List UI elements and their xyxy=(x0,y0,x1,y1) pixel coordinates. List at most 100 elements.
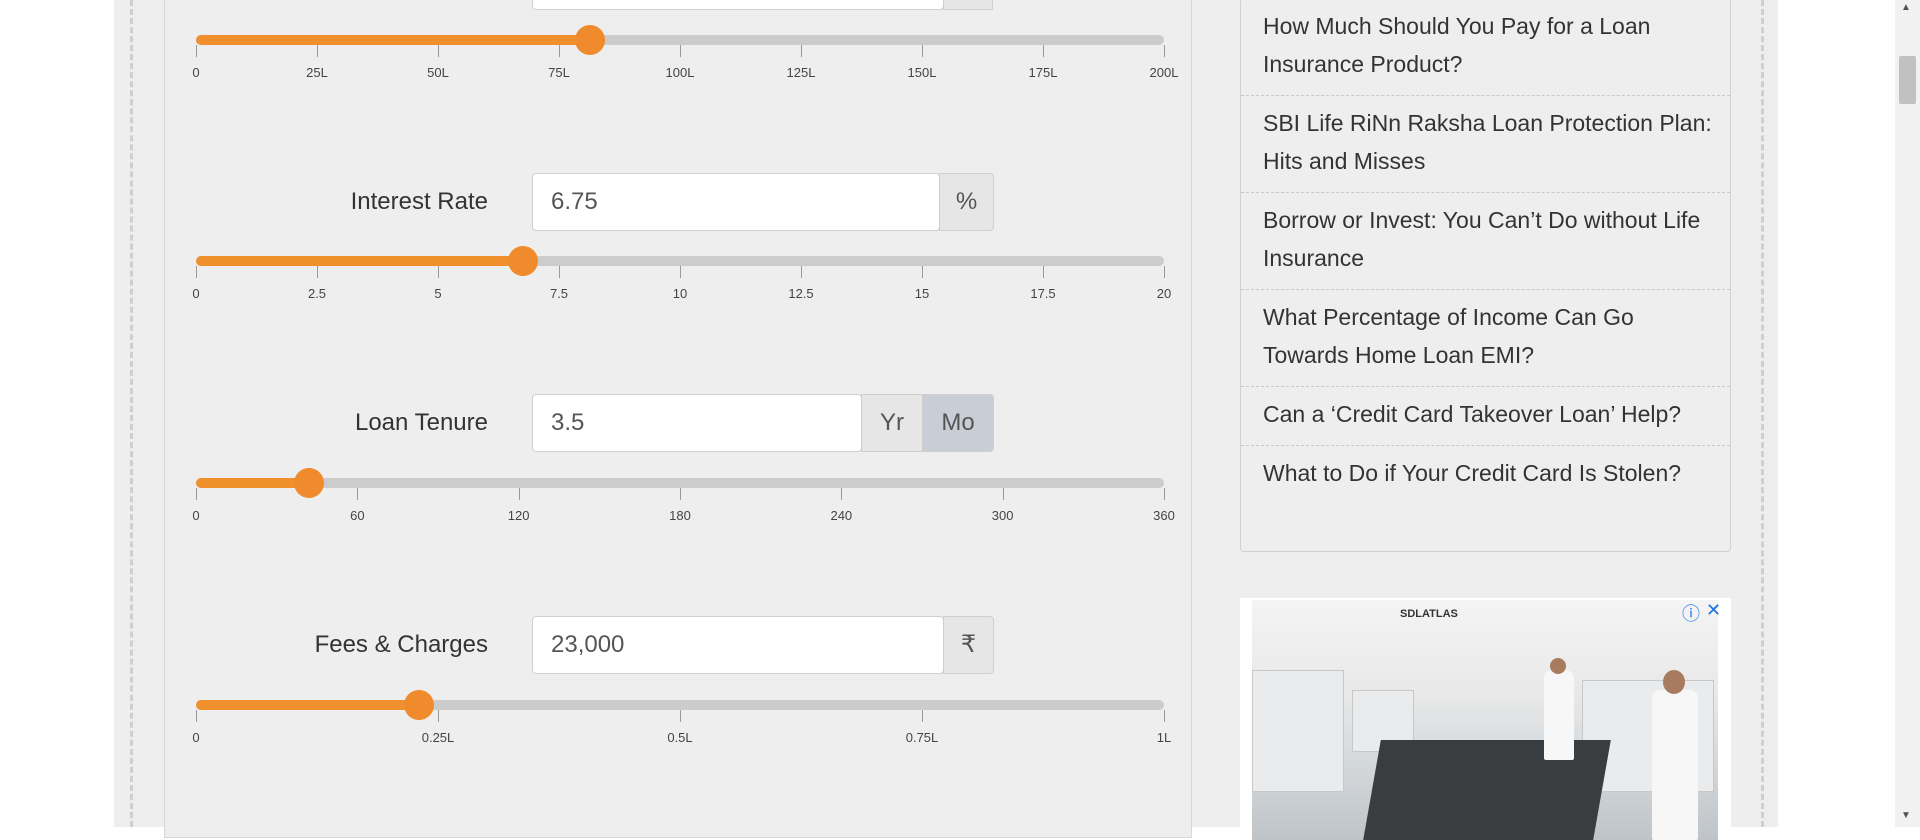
slider-tick-label: 240 xyxy=(830,508,853,523)
slider-tick-label: 0.75L xyxy=(905,730,939,745)
slider-tick xyxy=(680,488,681,500)
slider-tick-label: 1L xyxy=(1156,730,1172,745)
advertisement[interactable]: ⓘ ✕ xyxy=(1240,598,1731,840)
slider-tick-label: 25L xyxy=(306,65,328,80)
close-icon[interactable]: ✕ xyxy=(1706,600,1721,621)
article-link[interactable]: SBI Life RiNn Raksha Loan Protection Pla… xyxy=(1241,96,1730,193)
loan-amount-slider-fill xyxy=(196,35,590,45)
slider-tick-label: 2.5 xyxy=(307,286,327,301)
interest-rate-slider[interactable] xyxy=(196,246,1164,276)
slider-tick-label: 0.25L xyxy=(421,730,455,745)
slider-tick-label: 180 xyxy=(669,508,691,523)
interest-rate-label: Interest Rate xyxy=(350,188,488,215)
slider-tick xyxy=(1043,45,1044,57)
fees-charges-slider[interactable] xyxy=(196,690,1164,720)
slider-tick xyxy=(559,266,560,278)
loan-amount-slider-handle[interactable] xyxy=(574,25,605,55)
loan-amount-slider[interactable] xyxy=(196,25,1164,55)
slider-tick xyxy=(438,710,439,722)
article-link[interactable]: What Percentage of Income Can Go Towards… xyxy=(1241,290,1730,387)
scroll-up-arrow-icon[interactable]: ▲ xyxy=(1901,2,1911,13)
slider-tick-label: 120 xyxy=(507,508,530,523)
loan-tenure-input[interactable]: 3.5 xyxy=(532,394,862,452)
scroll-down-arrow-icon[interactable]: ▼ xyxy=(1901,810,1911,821)
slider-tick xyxy=(317,266,318,278)
ad-brand-logo: SDLATLAS xyxy=(1400,608,1458,620)
slider-tick-label: 5 xyxy=(434,286,442,301)
slider-tick xyxy=(559,45,560,57)
slider-tick xyxy=(196,488,197,500)
loan-tenure-slider-fill xyxy=(196,478,309,488)
article-link[interactable]: Can a ‘Credit Card Takeover Loan’ Help? xyxy=(1241,387,1730,446)
slider-tick xyxy=(438,45,439,57)
slider-tick xyxy=(1164,266,1165,278)
slider-tick-label: 360 xyxy=(1153,508,1175,523)
slider-tick xyxy=(317,45,318,57)
slider-tick xyxy=(196,45,197,57)
tenure-year-toggle[interactable]: Yr xyxy=(861,394,923,452)
slider-tick-label: 0 xyxy=(192,286,200,301)
right-dashed-border xyxy=(1761,0,1764,827)
loan-tenure-slider[interactable] xyxy=(196,468,1164,498)
slider-tick xyxy=(196,266,197,278)
left-dashed-border xyxy=(130,0,133,827)
slider-tick xyxy=(680,266,681,278)
article-link[interactable]: What to Do if Your Credit Card Is Stolen… xyxy=(1241,446,1730,504)
scrollbar-thumb[interactable] xyxy=(1899,56,1916,104)
slider-tick-label: 0 xyxy=(192,508,200,523)
slider-tick xyxy=(801,45,802,57)
slider-tick-label: 0 xyxy=(192,65,200,80)
slider-tick xyxy=(518,488,520,500)
interest-rate-slider-handle[interactable] xyxy=(507,246,538,276)
slider-tick xyxy=(438,266,439,278)
slider-tick xyxy=(1164,710,1165,722)
slider-tick xyxy=(1164,488,1165,500)
fees-charges-slider-handle[interactable] xyxy=(403,690,434,720)
slider-tick xyxy=(1043,266,1044,278)
slider-tick-label: 125L xyxy=(786,65,816,80)
slider-tick xyxy=(357,488,359,500)
article-link[interactable]: Borrow or Invest: You Can’t Do without L… xyxy=(1241,193,1730,290)
related-articles-list: How Much Should You Pay for a Loan Insur… xyxy=(1240,0,1731,552)
info-icon[interactable]: ⓘ xyxy=(1682,600,1700,626)
slider-tick-label: 75L xyxy=(548,65,570,80)
slider-tick-label: 200L xyxy=(1149,65,1179,80)
slider-tick xyxy=(922,710,923,722)
loan-tenure-label: Loan Tenure xyxy=(354,409,488,436)
slider-tick-label: 0.5L xyxy=(667,730,693,745)
slider-tick-label: 50L xyxy=(427,65,449,80)
slider-tick-label: 15 xyxy=(914,286,930,301)
slider-tick xyxy=(680,710,681,722)
page-scrollbar[interactable]: ▲ ▼ xyxy=(1895,0,1920,827)
slider-tick-label: 60 xyxy=(350,508,365,523)
slider-tick-label: 10 xyxy=(672,286,688,301)
tenure-month-toggle[interactable]: Mo xyxy=(922,394,994,452)
slider-tick xyxy=(1002,488,1004,500)
slider-tick-label: 100L xyxy=(665,65,695,80)
interest-rate-input[interactable]: 6.75 xyxy=(532,173,940,231)
interest-rate-slider-fill xyxy=(196,256,523,266)
loan-amount-unit-addon xyxy=(943,0,993,10)
slider-tick-label: 12.5 xyxy=(788,286,814,301)
slider-tick-label: 150L xyxy=(907,65,937,80)
slider-tick xyxy=(922,266,923,278)
loan-tenure-slider-handle[interactable] xyxy=(293,468,324,498)
fees-charges-slider-fill xyxy=(196,700,419,710)
ad-lab-image[interactable] xyxy=(1252,600,1718,840)
slider-tick xyxy=(680,45,681,57)
slider-tick xyxy=(801,266,802,278)
slider-tick xyxy=(196,710,197,722)
slider-tick xyxy=(1164,45,1165,57)
slider-tick-label: 0 xyxy=(192,730,200,745)
percent-unit-addon: % xyxy=(939,173,994,231)
slider-tick-label: 20 xyxy=(1156,286,1172,301)
slider-tick-label: 175L xyxy=(1028,65,1058,80)
rupee-unit-addon: ₹ xyxy=(943,616,994,674)
slider-tick xyxy=(922,45,923,57)
fees-charges-input[interactable]: 23,000 xyxy=(532,616,944,674)
slider-tick-label: 7.5 xyxy=(549,286,569,301)
fees-charges-label: Fees & Charges xyxy=(314,631,488,658)
article-link[interactable]: How Much Should You Pay for a Loan Insur… xyxy=(1241,0,1730,96)
slider-tick-label: 17.5 xyxy=(1030,286,1056,301)
loan-amount-input[interactable] xyxy=(532,0,944,10)
